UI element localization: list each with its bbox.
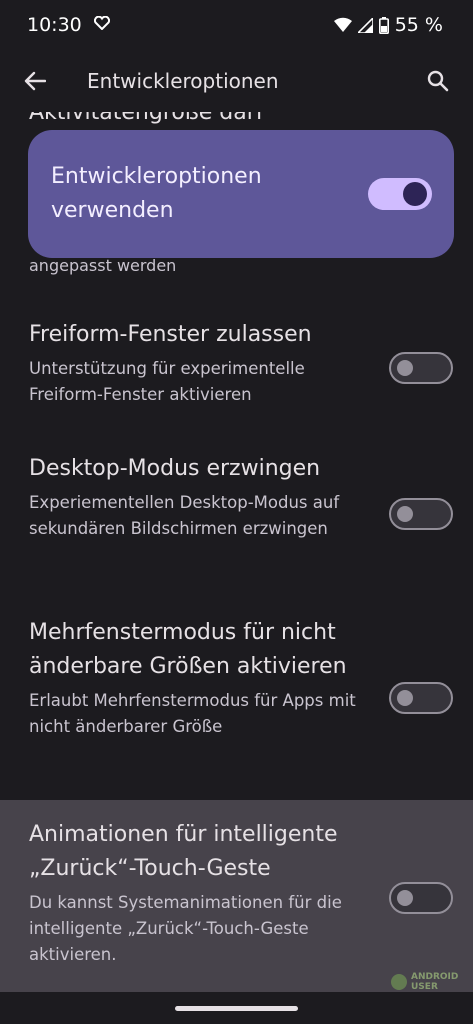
switch-knob [403,182,427,206]
heart-icon [93,15,110,34]
navigation-bar [0,992,473,1024]
android-logo-icon [391,974,407,990]
battery-icon [378,16,389,34]
setting-summary: Du kannst Systemanimationen für die inte… [29,893,342,964]
setting-summary: Erlaubt Mehrfenstermodus für Apps mit ni… [29,691,356,736]
battery-percentage: 55 % [394,14,443,36]
setting-title: Mehrfenstermodus für nicht änderbare Grö… [29,620,347,679]
setting-title: Freiform-Fenster zulassen [29,322,312,347]
setting-predictive-back-animations[interactable]: Animationen für intelligente „Zurück“-To… [0,800,473,992]
partial-setting-summary: angepasst werden [29,256,177,275]
partial-setting-title: Aktivitätengröße darf [29,112,264,125]
setting-title: Desktop-Modus erzwingen [29,456,321,481]
app-bar: Entwickleroptionen [0,50,473,112]
status-icons: 55 % [333,14,443,36]
setting-summary: Experiementellen Desktop-Modus auf sekun… [29,493,340,538]
status-bar: 10:30 55 % [0,0,473,50]
freeform-windows-switch[interactable] [389,352,453,384]
search-icon[interactable] [423,66,453,96]
status-time: 10:30 [27,14,82,36]
predictive-back-animations-switch[interactable] [389,882,453,914]
master-switch-label: Entwickleroptionen verwenden [51,164,262,223]
switch-knob [397,506,413,522]
multiwindow-nonresizable-switch[interactable] [389,682,453,714]
setting-force-desktop-mode[interactable]: Desktop-Modus erzwingen Experiementellen… [0,452,473,542]
setting-title: Animationen für intelligente „Zurück“-To… [29,822,338,881]
setting-summary: Unterstützung für experimentelle Freifor… [29,359,305,404]
signal-icon [357,17,373,33]
wifi-icon [333,17,352,33]
gesture-handle[interactable] [175,1006,298,1011]
force-desktop-mode-switch[interactable] [389,498,453,530]
switch-knob [397,360,413,376]
switch-knob [397,690,413,706]
setting-multiwindow-nonresizable[interactable]: Mehrfenstermodus für nicht änderbare Grö… [0,616,473,740]
page-title: Entwickleroptionen [87,69,279,93]
master-switch-toggle[interactable] [368,178,432,210]
setting-freeform-windows[interactable]: Freiform-Fenster zulassen Unterstützung … [0,318,473,408]
developer-options-master-switch[interactable]: Entwickleroptionen verwenden [28,130,454,258]
watermark-text: ANDROID USER [411,972,459,992]
android-user-watermark: ANDROID USER [391,972,458,992]
switch-knob [397,890,413,906]
arrow-back-icon[interactable] [20,66,50,96]
